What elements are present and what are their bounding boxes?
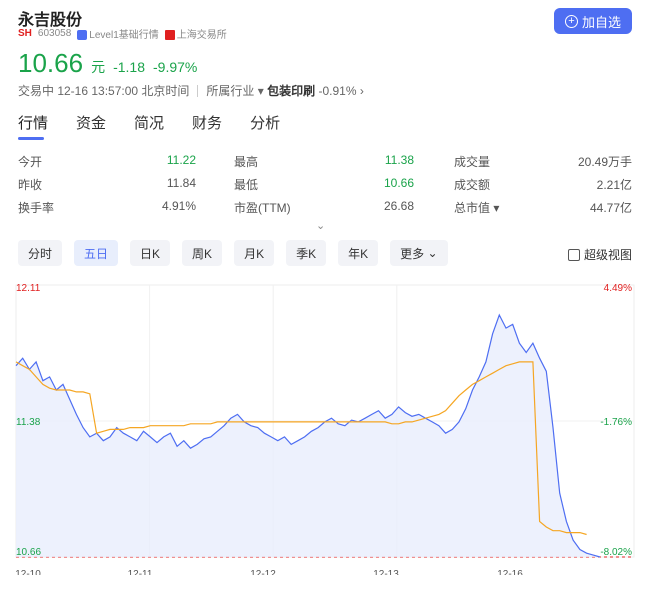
- tab-profile[interactable]: 简况: [134, 112, 164, 133]
- period-selector: 分时 五日 日K 周K 月K 季K 年K 更多 ⌄: [18, 240, 448, 266]
- x-axis-label: 12-10: [15, 569, 41, 575]
- tab-quote[interactable]: 行情: [18, 112, 48, 133]
- stats-row: 今开 11.22 最高 11.38 成交量 20.49万手: [18, 153, 632, 169]
- period-intraday[interactable]: 分时: [18, 240, 63, 266]
- main-tabs: 行情 资金 简况 财务 分析: [18, 112, 280, 133]
- tab-capital[interactable]: 资金: [76, 112, 106, 133]
- tab-analysis[interactable]: 分析: [250, 112, 280, 133]
- stats-row: 换手率 4.91% 市盈(TTM) 26.68 总市值 ▾ 44.77亿: [18, 199, 632, 215]
- stats-row: 昨收 11.84 最低 10.66 成交额 2.21亿: [18, 176, 632, 192]
- x-axis-label: 12-12: [250, 569, 276, 575]
- active-tab-indicator: [18, 137, 44, 140]
- period-yearly-k[interactable]: 年K: [338, 240, 379, 266]
- plus-icon: +: [564, 14, 578, 28]
- stock-code: 603058: [37, 28, 72, 39]
- level-icon: [77, 30, 88, 41]
- period-quarterly-k[interactable]: 季K: [286, 240, 327, 266]
- tab-finance[interactable]: 财务: [192, 112, 222, 133]
- stock-meta: SH 603058 Level1基础行情 上海交易所: [18, 26, 227, 41]
- x-axis-label: 12-13: [373, 569, 399, 575]
- pct-axis-label: -8.02%: [600, 547, 632, 558]
- market-code: SH: [18, 28, 32, 39]
- period-weekly-k[interactable]: 周K: [182, 240, 223, 266]
- current-price: 10.66: [18, 48, 84, 78]
- pct-axis-label: 4.49%: [604, 283, 632, 294]
- price-unit: 元: [91, 59, 106, 75]
- expand-view-icon: [568, 248, 580, 261]
- super-view-button[interactable]: 超级视图: [568, 246, 632, 263]
- pct-axis-label: -1.76%: [600, 417, 632, 428]
- price-row: 10.66 元 -1.18 -9.97%: [18, 48, 197, 79]
- trading-status: 交易中 12-16 13:57:00 北京时间: [18, 84, 190, 98]
- divider: [197, 84, 199, 97]
- level-badge: Level1基础行情: [77, 26, 159, 41]
- x-axis-label: 12-16: [497, 569, 523, 575]
- industry-link[interactable]: 所属行业 ▾ 包装印刷 -0.91% ›: [206, 82, 363, 99]
- exchange-badge: 上海交易所: [164, 26, 227, 41]
- y-axis-label: 11.38: [16, 417, 41, 428]
- y-axis-label: 10.66: [16, 547, 41, 558]
- price-change: -1.18: [113, 59, 145, 75]
- quote-stats: 今开 11.22 最高 11.38 成交量 20.49万手 昨收 11.84 最低 10.…: [18, 150, 634, 219]
- period-more[interactable]: 更多 ⌄: [390, 240, 448, 266]
- period-five-day[interactable]: 五日: [74, 240, 119, 266]
- add-watchlist-button[interactable]: + 加自选: [554, 8, 632, 34]
- expand-chevron-icon[interactable]: ⌄: [316, 219, 325, 232]
- period-daily-k[interactable]: 日K: [130, 240, 171, 266]
- china-flag-icon: [164, 30, 175, 41]
- period-monthly-k[interactable]: 月K: [234, 240, 275, 266]
- price-change-pct: -9.97%: [153, 59, 198, 75]
- y-axis-label: 12.11: [16, 283, 41, 294]
- x-axis-label: 12-11: [128, 569, 153, 575]
- five-day-chart[interactable]: 12.11 11.38 10.66 4.49% -1.76% -8.02% 12-10 12-…: [0, 275, 650, 575]
- price-area: [16, 315, 600, 557]
- status-row: 交易中 12-16 13:57:00 北京时间 所属行业 ▾ 包装印刷 -0.9…: [18, 82, 364, 99]
